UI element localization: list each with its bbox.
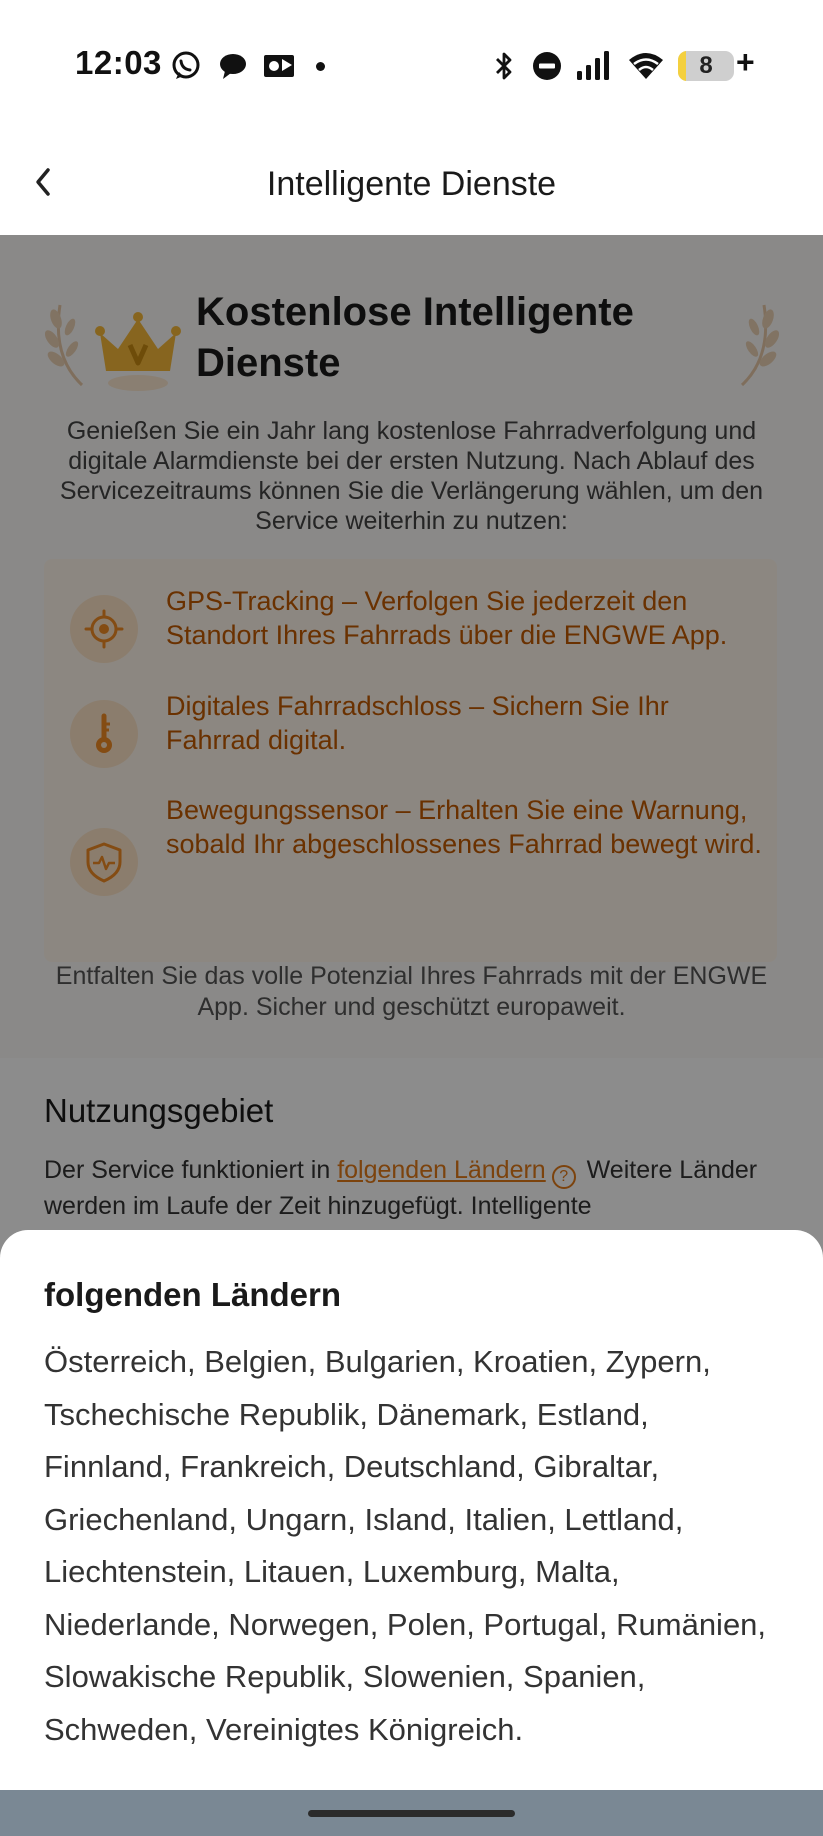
battery-icon: 8 [678, 51, 734, 81]
app-header: Intelligente Dienste [0, 130, 823, 235]
outlook-icon [264, 55, 294, 77]
whatsapp-icon [172, 51, 200, 79]
battery-level: 8 [699, 52, 713, 79]
sheet-title: folgenden Ländern [44, 1276, 341, 1313]
chat-bubble-icon [220, 54, 246, 79]
countries-bottom-sheet: folgenden Ländern Österreich, Belgien, B… [0, 1230, 823, 1790]
system-navigation-bar [0, 1790, 823, 1836]
home-gesture-handle[interactable] [308, 1810, 515, 1817]
charging-icon: + [736, 44, 755, 80]
bluetooth-icon [496, 52, 512, 80]
wifi-icon [629, 53, 663, 79]
notification-dot-icon [316, 62, 325, 71]
do-not-disturb-icon [533, 52, 561, 80]
page-title: Intelligente Dienste [266, 165, 557, 203]
status-bar: 12:03 8 + [0, 0, 823, 130]
status-time: 12:03 [75, 44, 162, 81]
countries-list-text: Österreich, Belgien, Bulgarien, Kroatien… [44, 1344, 767, 1747]
signal-icon [577, 51, 609, 80]
